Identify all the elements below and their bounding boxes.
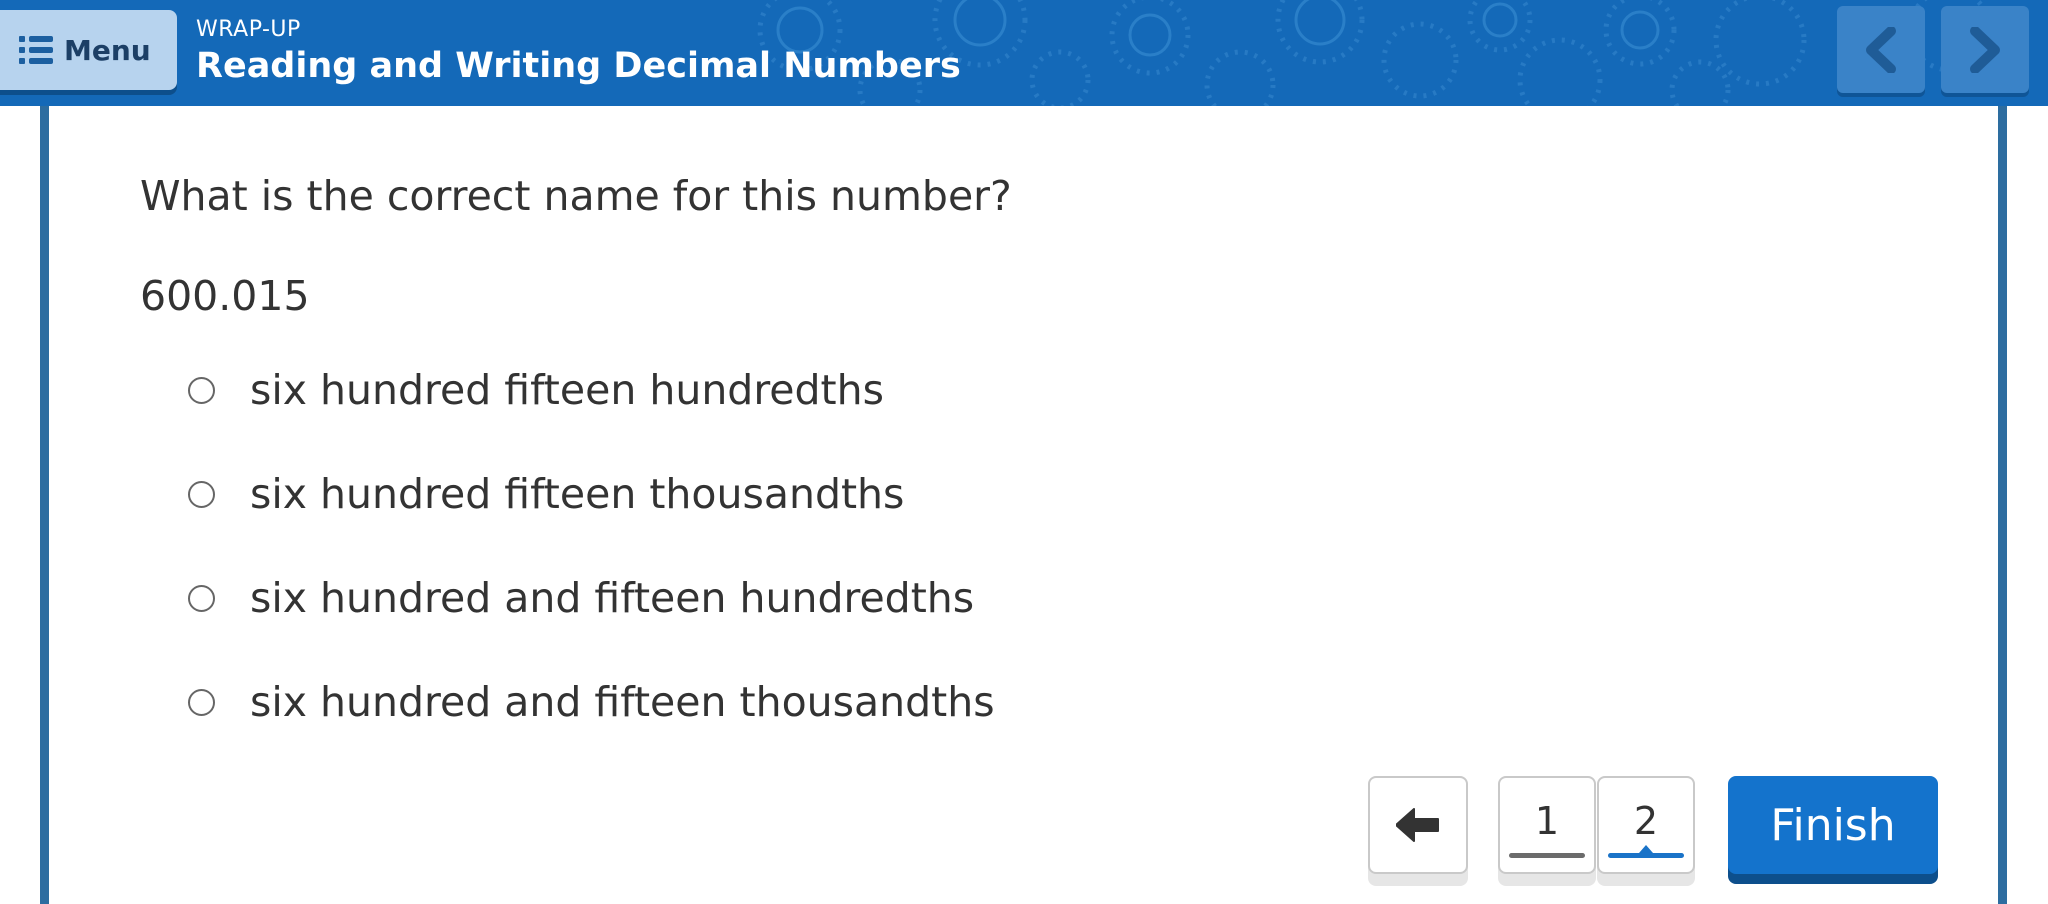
page-number: 1 (1534, 798, 1560, 843)
menu-button[interactable]: Menu (0, 10, 177, 90)
radio-button[interactable] (188, 480, 215, 508)
answer-option-label: six hundred and fifteen hundredths (250, 574, 975, 622)
answer-option-3[interactable]: six hundred and fifteen hundredths (188, 568, 1088, 628)
page-button-2[interactable]: 2 (1597, 776, 1695, 874)
top-bar: Menu WRAP-UP Reading and Writing Decimal… (0, 0, 2048, 106)
arrow-left-icon (1396, 808, 1439, 842)
finish-button[interactable]: Finish (1728, 776, 1938, 874)
radio-button[interactable] (188, 376, 215, 404)
panel-border-right (1998, 106, 2007, 904)
page-number: 2 (1633, 798, 1659, 843)
question-prompt: What is the correct name for this number… (140, 172, 1012, 220)
panel-border-left (40, 106, 49, 904)
answer-option-label: six hundred fifteen thousandths (250, 470, 905, 518)
radio-button[interactable] (188, 688, 215, 716)
lesson-section-label: WRAP-UP (196, 17, 301, 42)
current-page-notch (1639, 844, 1653, 853)
page-indicator-bar (1509, 852, 1585, 858)
page-button-1[interactable]: 1 (1498, 776, 1596, 874)
chevron-left-icon (1866, 26, 1896, 73)
radio-button[interactable] (188, 584, 215, 612)
answer-option-label: six hundred fifteen hundredths (250, 366, 884, 414)
lesson-title: Reading and Writing Decimal Numbers (196, 46, 961, 86)
finish-label: Finish (1770, 799, 1896, 851)
next-button[interactable] (1941, 6, 2029, 93)
menu-label: Menu (64, 33, 151, 67)
page-indicator-bar-current (1608, 844, 1684, 858)
answer-option-label: six hundred and fifteen thousandths (250, 678, 995, 726)
menu-icon (19, 36, 53, 64)
back-button[interactable] (1368, 776, 1468, 874)
answer-option-2[interactable]: six hundred fifteen thousandths (188, 464, 1088, 524)
previous-button[interactable] (1837, 6, 1925, 93)
question-number: 600.015 (140, 272, 310, 320)
answer-option-4[interactable]: six hundred and fifteen thousandths (188, 672, 1088, 732)
chevron-right-icon (1970, 26, 2000, 73)
answer-option-1[interactable]: six hundred fifteen hundredths (188, 360, 1088, 420)
